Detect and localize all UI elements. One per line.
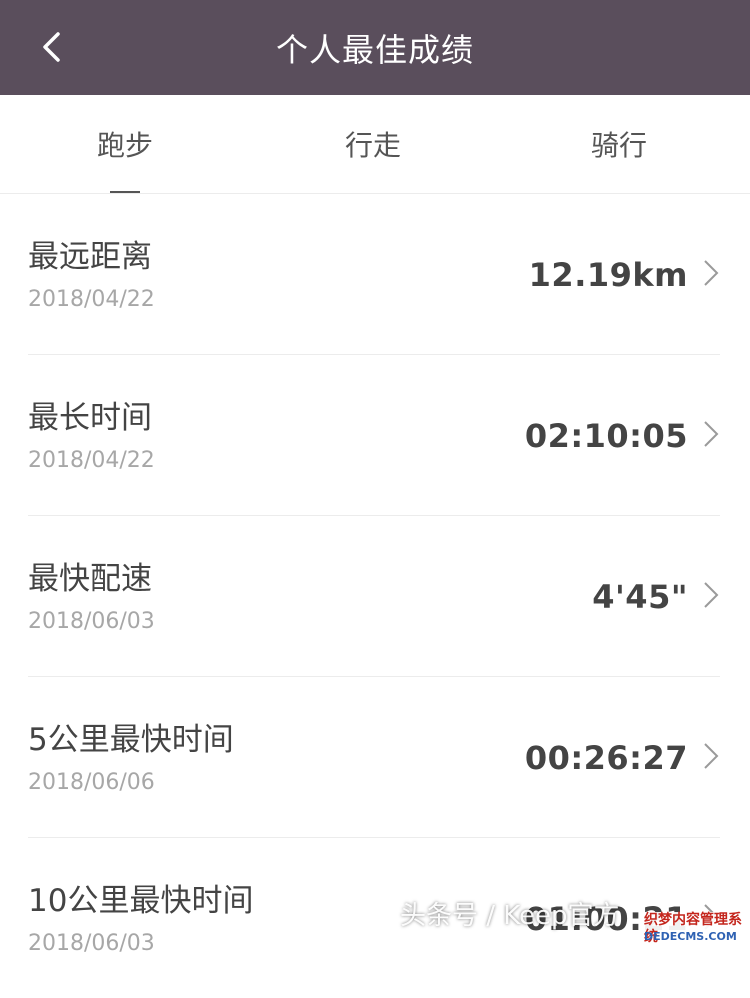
chevron-right-icon	[702, 258, 720, 288]
record-date: 2018/06/03	[28, 609, 155, 634]
active-tab-indicator	[110, 191, 140, 193]
tab-cycling[interactable]: 骑行	[494, 129, 744, 163]
chevron-right-icon	[702, 580, 720, 610]
record-row-longest-distance[interactable]: 最远距离 2018/04/22 12.19km	[28, 194, 720, 355]
record-date: 2018/06/03	[28, 931, 155, 956]
record-date: 2018/04/22	[28, 287, 155, 312]
record-title: 最远距离	[28, 239, 152, 275]
record-date: 2018/04/22	[28, 448, 155, 473]
record-row-fastest-5km[interactable]: 5公里最快时间 2018/06/06 00:26:27	[28, 677, 720, 838]
record-title: 最长时间	[28, 400, 152, 436]
record-value: 02:10:05	[524, 417, 688, 455]
record-title: 最快配速	[28, 561, 152, 597]
record-title: 5公里最快时间	[28, 722, 234, 758]
records-list: 最远距离 2018/04/22 12.19km 最长时间 2018/04/22 …	[0, 194, 750, 998]
tab-walking[interactable]: 行走	[248, 129, 498, 163]
site-logo: 织梦内容管理系统 DEDECMS.COM	[640, 912, 744, 946]
record-value: 00:26:27	[524, 739, 688, 777]
record-row-longest-time[interactable]: 最长时间 2018/04/22 02:10:05	[28, 355, 720, 516]
logo-sub-text: DEDECMS.COM	[644, 930, 737, 943]
watermark-text: 头条号 / Keep官方	[400, 901, 620, 931]
chevron-right-icon	[702, 741, 720, 771]
record-row-fastest-pace[interactable]: 最快配速 2018/06/03 4'45"	[28, 516, 720, 677]
chevron-right-icon	[702, 419, 720, 449]
navigation-bar: 个人最佳成绩	[0, 0, 750, 95]
tab-bar: 跑步 行走 骑行	[0, 95, 750, 194]
page-title: 个人最佳成绩	[275, 31, 474, 69]
record-date: 2018/06/06	[28, 770, 155, 795]
tab-running[interactable]: 跑步	[0, 129, 250, 163]
record-title: 10公里最快时间	[28, 883, 254, 919]
record-value: 4'45"	[592, 578, 688, 616]
record-value: 12.19km	[528, 256, 688, 294]
